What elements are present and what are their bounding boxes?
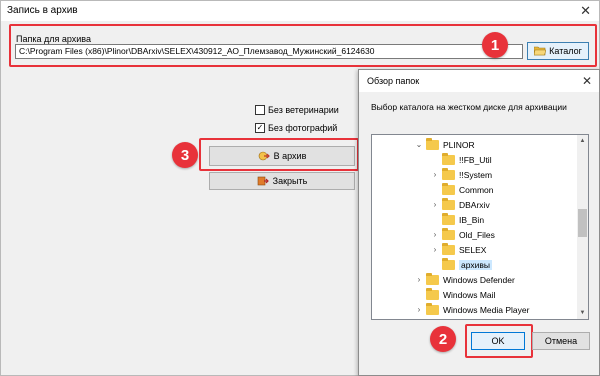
- tree-item-label: !!System: [459, 169, 493, 180]
- tree-item-label: SELEX: [459, 244, 487, 255]
- scroll-thumb[interactable]: [578, 209, 587, 237]
- tree-item-label: Windows Mail: [443, 289, 496, 300]
- tree-item-label: Windows Media Player: [443, 304, 530, 315]
- tree-item-label: IB_Bin: [459, 214, 485, 225]
- tree-item[interactable]: Windows Mail: [414, 287, 495, 302]
- tree-item-label: Old_Files: [459, 229, 495, 240]
- folder-icon: [442, 242, 455, 255]
- folder-icon: [442, 152, 455, 165]
- folder-icon: [442, 197, 455, 210]
- archive-folder-label: Папка для архива: [16, 34, 91, 44]
- dialog-close-icon[interactable]: ✕: [582, 74, 592, 88]
- folder-icon: [442, 182, 455, 195]
- close-button[interactable]: Закрыть: [209, 172, 355, 190]
- window-close-icon[interactable]: ✕: [580, 3, 591, 19]
- close-icon: [257, 176, 269, 186]
- folder-icon: [426, 137, 439, 150]
- archive-icon: [258, 151, 270, 161]
- tree-item[interactable]: › Windows Media Player: [414, 302, 529, 317]
- chevron-icon[interactable]: ›: [430, 170, 440, 179]
- tree-item-label: PLINOR: [443, 139, 475, 150]
- folder-icon: [442, 167, 455, 180]
- chevron-icon[interactable]: ⌄: [414, 140, 424, 149]
- tree-item[interactable]: › SELEX: [430, 242, 486, 257]
- no-photo-label: Без фотографий: [268, 123, 338, 133]
- archive-button-label: В архив: [273, 151, 307, 161]
- catalog-button-label: Каталог: [549, 46, 582, 56]
- tree-item[interactable]: IB_Bin: [430, 212, 484, 227]
- tree-item[interactable]: ⌄ PLINOR: [414, 137, 475, 152]
- tree-item[interactable]: › DBArxiv: [430, 197, 490, 212]
- chevron-icon[interactable]: ›: [430, 245, 440, 254]
- scroll-up-icon[interactable]: ▲: [578, 136, 587, 146]
- no-vet-option[interactable]: Без ветеринарии: [255, 105, 339, 115]
- dialog-title: Обзор папок: [367, 76, 420, 86]
- tree-item-selected[interactable]: архивы: [430, 257, 492, 272]
- step-badge-1: 1: [482, 32, 508, 58]
- open-folder-icon: [534, 46, 547, 56]
- folder-icon: [426, 302, 439, 315]
- tree-item[interactable]: › Old_Files: [430, 227, 495, 242]
- folder-icon: [442, 212, 455, 225]
- archive-path-field[interactable]: C:\Program Files (x86)\Plinor\DBArxiv\SE…: [15, 44, 523, 59]
- window-title: Запись в архив: [7, 5, 78, 16]
- folder-tree[interactable]: ⌄ PLINOR !!FB_Util › !!System Common › D…: [371, 134, 589, 320]
- tree-item-label: Common: [459, 184, 494, 195]
- folder-icon: [442, 227, 455, 240]
- step-badge-2: 2: [430, 326, 456, 352]
- dialog-description: Выбор каталога на жестком диске для архи…: [371, 102, 567, 112]
- tree-item[interactable]: Common: [430, 182, 493, 197]
- archive-button[interactable]: В архив: [209, 146, 355, 166]
- catalog-button[interactable]: Каталог: [527, 42, 589, 60]
- tree-item[interactable]: !!FB_Util: [430, 152, 492, 167]
- ok-button[interactable]: OK: [471, 332, 525, 350]
- tree-item-label: Windows Defender: [443, 274, 515, 285]
- window-title-bar: Запись в архив ✕: [1, 1, 599, 21]
- no-vet-checkbox[interactable]: [255, 105, 265, 115]
- tree-item[interactable]: › Windows Defender: [414, 272, 515, 287]
- folder-icon: [442, 257, 455, 270]
- tree-item-label: архивы: [459, 259, 492, 270]
- chevron-icon[interactable]: ›: [430, 200, 440, 209]
- chevron-icon[interactable]: ›: [430, 230, 440, 239]
- no-vet-label: Без ветеринарии: [268, 105, 339, 115]
- tree-item[interactable]: › !!System: [430, 167, 492, 182]
- chevron-icon[interactable]: ›: [414, 305, 424, 314]
- tree-scrollbar[interactable]: ▲ ▼: [577, 135, 588, 319]
- archive-folder-group: Папка для архива C:\Program Files (x86)\…: [9, 24, 597, 67]
- chevron-icon[interactable]: ›: [414, 275, 424, 284]
- tree-item-label: DBArxiv: [459, 199, 490, 210]
- tree-item-label: !!FB_Util: [459, 154, 492, 165]
- cancel-button[interactable]: Отмена: [532, 332, 590, 350]
- dialog-title-bar: Обзор папок ✕: [359, 70, 599, 92]
- no-photo-checkbox[interactable]: ✓: [255, 123, 265, 133]
- no-photo-option[interactable]: ✓ Без фотографий: [255, 123, 337, 133]
- close-button-label: Закрыть: [272, 176, 308, 186]
- scroll-down-icon[interactable]: ▼: [578, 308, 587, 318]
- folder-icon: [426, 272, 439, 285]
- step-badge-3: 3: [172, 142, 198, 168]
- folder-icon: [426, 287, 439, 300]
